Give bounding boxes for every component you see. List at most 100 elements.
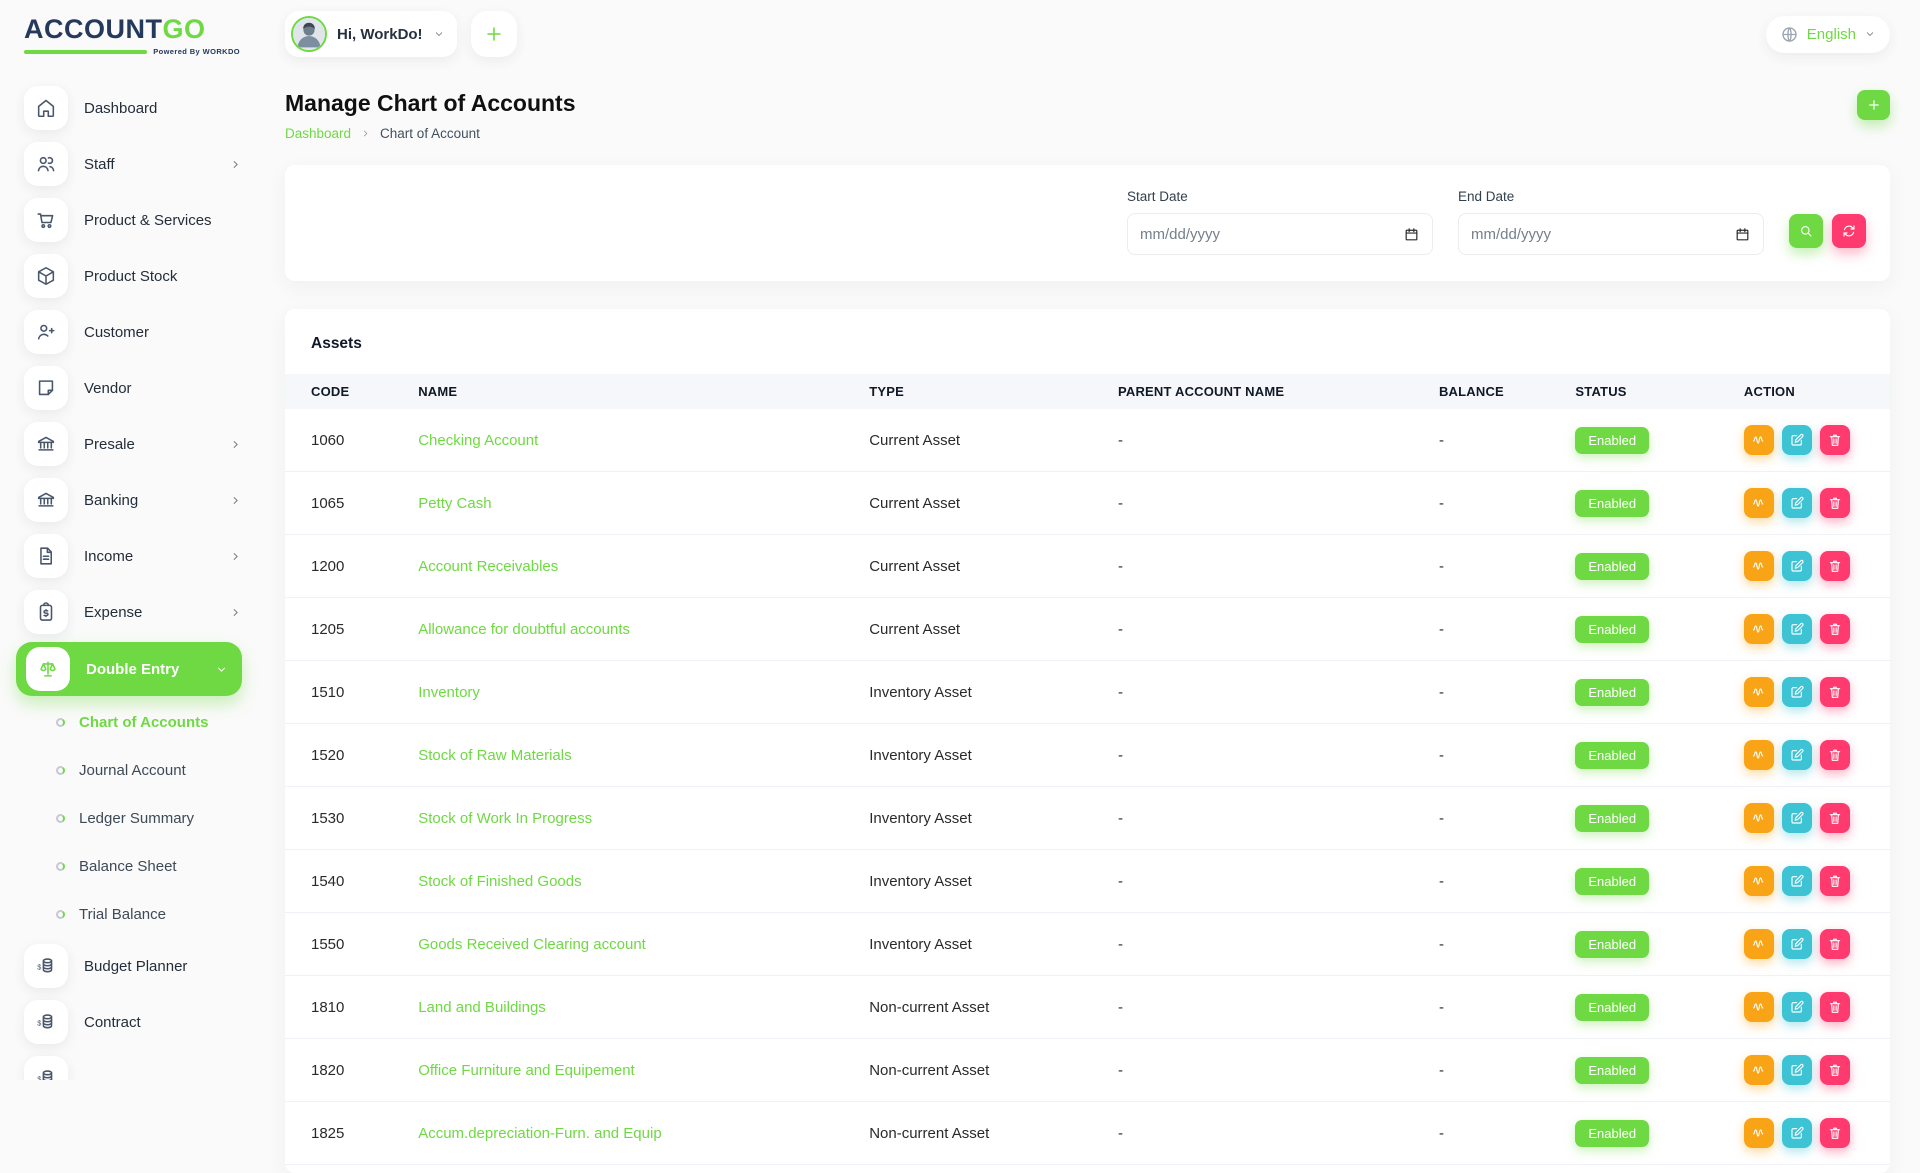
account-name-link[interactable]: Allowance for doubtful accounts xyxy=(418,621,630,638)
search-button[interactable] xyxy=(1789,214,1823,248)
sidebar-subitem-trial-balance[interactable]: Trial Balance xyxy=(0,890,260,938)
transaction-button[interactable] xyxy=(1744,992,1774,1022)
trash-icon xyxy=(1827,999,1843,1015)
page-header: Manage Chart of Accounts Dashboard Chart… xyxy=(285,90,1890,141)
edit-button[interactable] xyxy=(1782,992,1812,1022)
account-name-link[interactable]: Accum.depreciation-Furn. and Equip xyxy=(418,1125,661,1142)
delete-button[interactable] xyxy=(1820,488,1850,518)
account-name-link[interactable]: Checking Account xyxy=(418,432,538,449)
edit-button[interactable] xyxy=(1782,929,1812,959)
edit-icon xyxy=(1789,432,1805,448)
column-header-status: STATUS xyxy=(1575,374,1744,409)
edit-icon xyxy=(1789,621,1805,637)
edit-button[interactable] xyxy=(1782,614,1812,644)
delete-button[interactable] xyxy=(1820,803,1850,833)
sidebar-item-product-services[interactable]: Product & Services xyxy=(0,192,260,248)
edit-button[interactable] xyxy=(1782,1055,1812,1085)
edit-icon xyxy=(1789,1062,1805,1078)
edit-icon xyxy=(1789,747,1805,763)
account-name-link[interactable]: Stock of Finished Goods xyxy=(418,873,581,890)
account-balance: - xyxy=(1439,598,1575,661)
sidebar-item-dashboard[interactable]: Dashboard xyxy=(0,80,260,136)
sidebar-item-expense[interactable]: Expense xyxy=(0,584,260,640)
start-date-placeholder: mm/dd/yyyy xyxy=(1140,226,1220,243)
start-date-input[interactable]: mm/dd/yyyy xyxy=(1127,213,1433,255)
account-type: Non-current Asset xyxy=(869,1102,1118,1165)
edit-icon xyxy=(1789,558,1805,574)
account-name-link[interactable]: Inventory xyxy=(418,684,480,701)
transaction-button[interactable] xyxy=(1744,614,1774,644)
reset-button[interactable] xyxy=(1832,214,1866,248)
delete-button[interactable] xyxy=(1820,992,1850,1022)
delete-button[interactable] xyxy=(1820,425,1850,455)
account-name-link[interactable]: Office Furniture and Equipement xyxy=(418,1062,635,1079)
transaction-button[interactable] xyxy=(1744,551,1774,581)
account-name-link[interactable]: Goods Received Clearing account xyxy=(418,936,646,953)
quick-add-button[interactable] xyxy=(471,11,517,57)
edit-button[interactable] xyxy=(1782,488,1812,518)
sidebar-item-staff[interactable]: Staff xyxy=(0,136,260,192)
transaction-button[interactable] xyxy=(1744,677,1774,707)
sidebar-item-partial[interactable]: $ xyxy=(0,1050,260,1080)
edit-button[interactable] xyxy=(1782,803,1812,833)
edit-button[interactable] xyxy=(1782,551,1812,581)
cart-icon xyxy=(24,198,68,242)
delete-button[interactable] xyxy=(1820,677,1850,707)
sidebar-item-budget-planner[interactable]: $Budget Planner xyxy=(0,938,260,994)
sidebar-subitem-journal-account[interactable]: Journal Account xyxy=(0,746,260,794)
delete-button[interactable] xyxy=(1820,1118,1850,1148)
account-name-link[interactable]: Stock of Raw Materials xyxy=(418,747,571,764)
delete-button[interactable] xyxy=(1820,1055,1850,1085)
account-name-link[interactable]: Land and Buildings xyxy=(418,999,546,1016)
account-type: Inventory Asset xyxy=(869,913,1118,976)
edit-icon xyxy=(1789,495,1805,511)
status-badge: Enabled xyxy=(1575,616,1649,643)
edit-button[interactable] xyxy=(1782,866,1812,896)
edit-button[interactable] xyxy=(1782,425,1812,455)
account-code: 1510 xyxy=(285,661,418,724)
sidebar-item-customer[interactable]: Customer xyxy=(0,304,260,360)
transaction-button[interactable] xyxy=(1744,803,1774,833)
account-balance: - xyxy=(1439,787,1575,850)
transaction-button[interactable] xyxy=(1744,740,1774,770)
sidebar-item-contract[interactable]: $Contract xyxy=(0,994,260,1050)
calendar-icon[interactable] xyxy=(1734,226,1751,243)
calendar-icon[interactable] xyxy=(1403,226,1420,243)
edit-button[interactable] xyxy=(1782,740,1812,770)
sidebar-item-presale[interactable]: Presale xyxy=(0,416,260,472)
delete-button[interactable] xyxy=(1820,614,1850,644)
transaction-button[interactable] xyxy=(1744,1055,1774,1085)
delete-button[interactable] xyxy=(1820,866,1850,896)
sidebar-subitem-chart-of-accounts[interactable]: Chart of Accounts xyxy=(0,698,260,746)
app-logo[interactable]: ACCOUNT GO Powered By WORKDO xyxy=(0,0,260,62)
sidebar-item-vendor[interactable]: Vendor xyxy=(0,360,260,416)
sidebar-subitem-ledger-summary[interactable]: Ledger Summary xyxy=(0,794,260,842)
end-date-input[interactable]: mm/dd/yyyy xyxy=(1458,213,1764,255)
breadcrumb-dashboard-link[interactable]: Dashboard xyxy=(285,126,351,141)
transaction-button[interactable] xyxy=(1744,929,1774,959)
account-name-link[interactable]: Account Receivables xyxy=(418,558,558,575)
create-account-button[interactable] xyxy=(1857,90,1890,120)
sidebar-item-double-entry[interactable]: Double Entry xyxy=(16,642,242,696)
edit-icon xyxy=(1789,1125,1805,1141)
delete-button[interactable] xyxy=(1820,740,1850,770)
delete-button[interactable] xyxy=(1820,929,1850,959)
transaction-button[interactable] xyxy=(1744,488,1774,518)
user-menu[interactable]: Hi, WorkDo! xyxy=(285,11,457,57)
sidebar-subitem-balance-sheet[interactable]: Balance Sheet xyxy=(0,842,260,890)
trash-icon xyxy=(1827,1125,1843,1141)
status-badge: Enabled xyxy=(1575,931,1649,958)
transaction-button[interactable] xyxy=(1744,425,1774,455)
account-name-link[interactable]: Stock of Work In Progress xyxy=(418,810,592,827)
sidebar-item-product-stock[interactable]: Product Stock xyxy=(0,248,260,304)
language-selector[interactable]: English xyxy=(1766,16,1890,53)
sidebar-item-income[interactable]: Income xyxy=(0,528,260,584)
account-name-link[interactable]: Petty Cash xyxy=(418,495,491,512)
edit-button[interactable] xyxy=(1782,1118,1812,1148)
wave-icon xyxy=(1751,495,1767,511)
delete-button[interactable] xyxy=(1820,551,1850,581)
edit-button[interactable] xyxy=(1782,677,1812,707)
sidebar-item-banking[interactable]: Banking xyxy=(0,472,260,528)
transaction-button[interactable] xyxy=(1744,1118,1774,1148)
transaction-button[interactable] xyxy=(1744,866,1774,896)
